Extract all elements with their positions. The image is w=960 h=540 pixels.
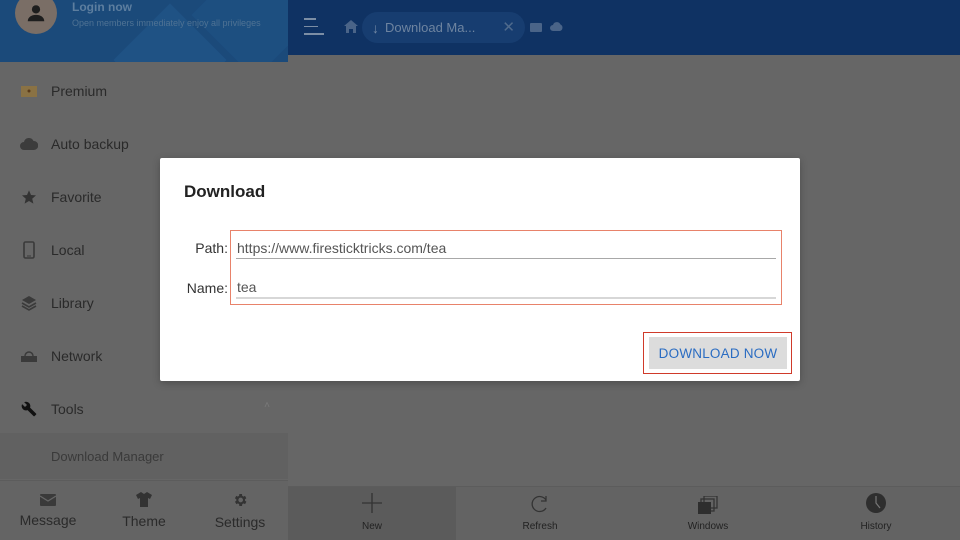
windows-stack-icon [698, 496, 718, 514]
wrench-icon [20, 400, 38, 418]
bookmark-icon[interactable] [530, 23, 542, 32]
message-button[interactable]: Message [0, 481, 96, 540]
new-label: New [361, 521, 382, 532]
message-label: Message [19, 511, 77, 528]
plus-icon [362, 493, 382, 513]
sidebar-item-tools[interactable]: Tools ˄ [0, 382, 288, 435]
new-button[interactable]: New [288, 487, 456, 540]
name-input[interactable] [236, 277, 776, 299]
network-drive-icon [20, 347, 38, 365]
download-now-button[interactable]: DOWNLOAD NOW [649, 337, 787, 369]
refresh-icon [531, 495, 547, 513]
sidebar-item-label: Favorite [51, 188, 102, 205]
theme-button[interactable]: Theme [96, 481, 192, 540]
history-label: History [860, 521, 892, 532]
top-bar: ↓ Download Ma... ✕ [288, 0, 960, 55]
sidebar-item-label: Auto backup [51, 135, 129, 152]
cloud-icon[interactable] [550, 21, 563, 32]
gear-icon [234, 493, 247, 506]
star-icon [20, 188, 38, 206]
settings-label: Settings [214, 513, 266, 530]
windows-label: Windows [687, 521, 729, 532]
bottom-toolbar: New Refresh Windows History [288, 486, 960, 540]
close-tab-icon[interactable]: ✕ [502, 18, 515, 36]
path-input[interactable] [236, 237, 776, 259]
shirt-icon [136, 492, 152, 507]
history-button[interactable]: History [792, 487, 960, 540]
windows-button[interactable]: Windows [624, 487, 792, 540]
envelope-icon [40, 493, 56, 506]
sidebar-item-label: Library [51, 294, 94, 311]
sidebar-item-label: Tools [51, 400, 84, 417]
avatar[interactable] [15, 0, 57, 34]
person-icon [27, 5, 45, 22]
login-title[interactable]: Login now [72, 0, 132, 14]
sidebar-item-label: Network [51, 347, 103, 364]
sidebar-header[interactable]: Login now Open members immediately enjoy… [0, 0, 288, 62]
download-dialog: Download Path: Name: DOWNLOAD NOW [160, 158, 800, 381]
cloud-sync-icon [20, 135, 38, 153]
name-label: Name: [186, 280, 228, 296]
clock-icon [866, 493, 886, 513]
settings-button[interactable]: Settings [192, 481, 288, 540]
download-arrow-icon: ↓ [372, 19, 379, 36]
tab-download-manager[interactable]: ↓ Download Ma... ✕ [362, 12, 525, 43]
sidebar-footer: Message Theme Settings [0, 480, 288, 540]
home-icon[interactable] [344, 20, 358, 33]
chevron-up-icon[interactable]: ˄ [264, 400, 270, 411]
sidebar-subitem-download-manager[interactable]: Download Manager [0, 433, 288, 479]
login-subtitle: Open members immediately enjoy all privi… [72, 18, 261, 28]
theme-label: Theme [122, 513, 166, 529]
phone-icon [20, 240, 38, 259]
sidebar-item-label: Premium [51, 82, 108, 99]
dialog-title: Download [184, 182, 266, 201]
tab-label: Download Ma... [385, 20, 476, 35]
refresh-button[interactable]: Refresh [456, 487, 624, 540]
sidebar-item-label: Local [51, 241, 85, 258]
crown-icon [20, 82, 38, 100]
refresh-label: Refresh [522, 521, 558, 532]
sidebar-item-premium[interactable]: Premium [0, 64, 288, 117]
sidebar-subitem-label: Download Manager [51, 449, 164, 464]
hamburger-icon[interactable] [304, 18, 324, 35]
layers-icon [20, 294, 38, 312]
path-label: Path: [195, 240, 228, 256]
